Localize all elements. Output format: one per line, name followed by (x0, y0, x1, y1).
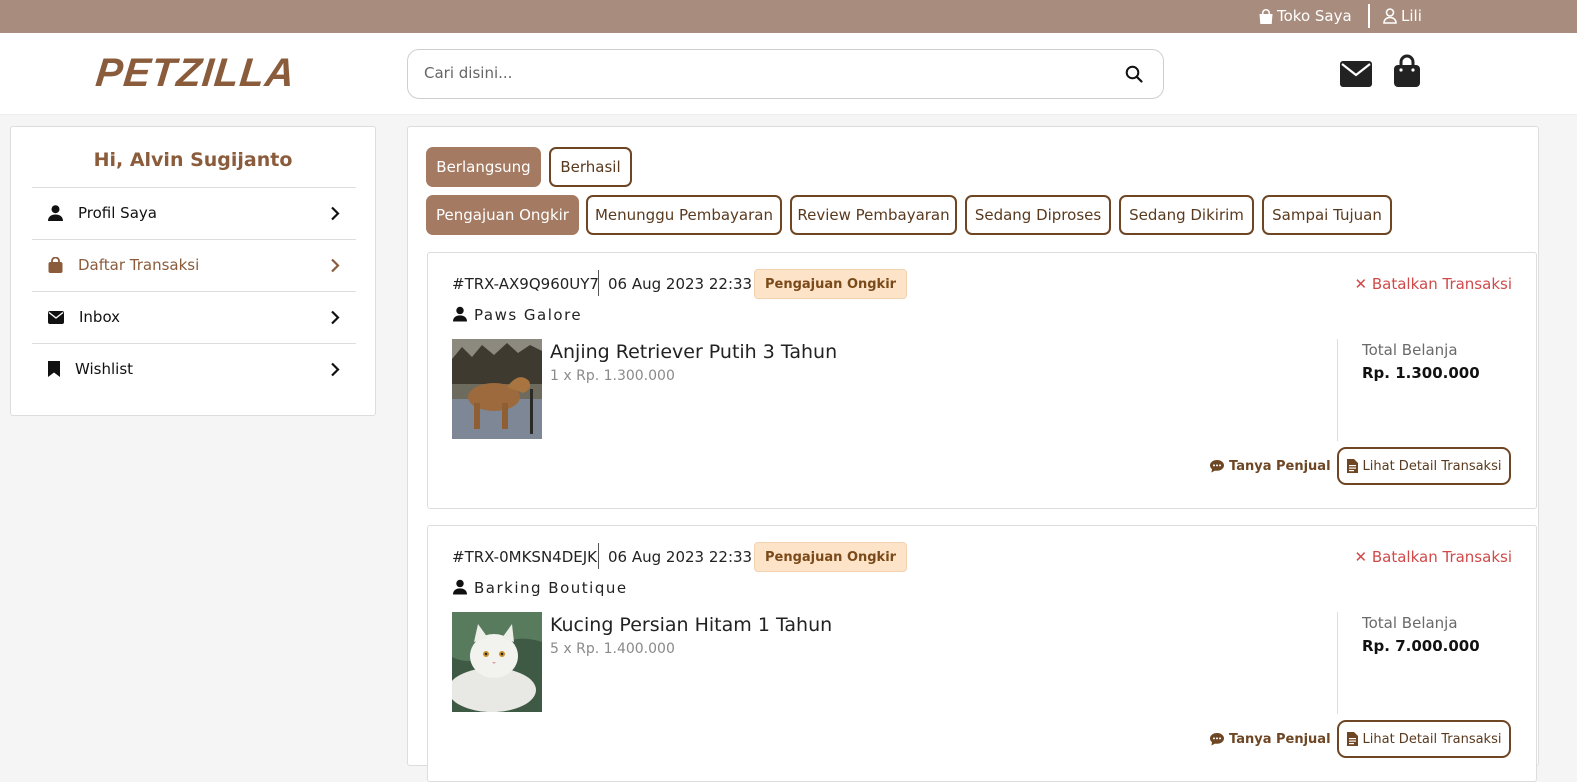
sidebar-item-transactions[interactable]: Daftar Transaksi (32, 239, 356, 291)
chevron-right-icon (331, 206, 340, 221)
product-image[interactable] (452, 339, 542, 439)
total-value: Rp. 1.300.000 (1362, 364, 1480, 382)
divider (1337, 339, 1338, 441)
divider (598, 270, 599, 296)
user-icon (453, 306, 467, 322)
tab-processing[interactable]: Sedang Diproses (965, 195, 1111, 235)
ask-seller-button[interactable]: Tanya Penjual (1210, 459, 1331, 474)
total-label: Total Belanja (1362, 614, 1458, 632)
close-icon: ✕ (1354, 275, 1372, 293)
status-badge: Pengajuan Ongkir (754, 542, 908, 572)
search-box (407, 49, 1164, 99)
divider (598, 543, 599, 569)
cancel-label: Batalkan Transaksi (1371, 275, 1512, 293)
product-name[interactable]: Kucing Persian Hitam 1 Tahun (550, 614, 832, 636)
view-transaction-detail-button[interactable]: Lihat Detail Transaksi (1337, 720, 1511, 758)
document-icon (1346, 459, 1358, 473)
sidebar-item-wishlist[interactable]: Wishlist (32, 343, 356, 395)
tab-payment-review[interactable]: Review Pembayaran (790, 195, 957, 235)
shopping-bag-icon (1259, 8, 1273, 24)
shopping-bag-icon (48, 257, 63, 273)
total-value: Rp. 7.000.000 (1362, 637, 1480, 655)
sidebar-item-label: Daftar Transaksi (78, 256, 200, 274)
envelope-icon (48, 311, 64, 324)
detail-label: Lihat Detail Transaksi (1362, 731, 1502, 747)
tab-awaiting-payment[interactable]: Menunggu Pembayaran (586, 195, 782, 235)
status-badge: Pengajuan Ongkir (754, 269, 908, 299)
detail-label: Lihat Detail Transaksi (1362, 458, 1502, 474)
my-store-label: Toko Saya (1277, 7, 1352, 25)
chat-icon (1210, 460, 1224, 473)
sidebar-item-profile[interactable]: Profil Saya (32, 187, 356, 239)
transaction-id: #TRX-0MKSN4DEJK (452, 548, 597, 566)
shopping-bag-icon[interactable] (1393, 54, 1421, 88)
total-label: Total Belanja (1362, 341, 1458, 359)
transaction-date: 06 Aug 2023 22:33 (608, 275, 753, 293)
user-icon (48, 205, 63, 221)
header: PETZILLA (0, 33, 1577, 115)
product-name[interactable]: Anjing Retriever Putih 3 Tahun (550, 341, 837, 363)
my-store-link[interactable]: Toko Saya (1259, 7, 1352, 25)
transaction-card: #TRX-0MKSN4DEJK 06 Aug 2023 22:33 Pengaj… (427, 525, 1537, 782)
product-quantity-price: 1 x Rp. 1.300.000 (550, 368, 675, 384)
chevron-right-icon (331, 310, 340, 325)
logo[interactable]: PETZILLA (94, 51, 298, 96)
search-icon[interactable] (1125, 65, 1143, 83)
shop-name: Barking Boutique (474, 579, 628, 597)
tab-shipping-request[interactable]: Pengajuan Ongkir (426, 195, 579, 235)
greeting: Hi, Alvin Sugijanto (93, 149, 293, 171)
user-icon (1383, 8, 1397, 24)
ask-seller-label: Tanya Penjual (1229, 459, 1331, 474)
document-icon (1346, 732, 1358, 746)
cancel-transaction-button[interactable]: ✕ Batalkan Transaksi (1355, 275, 1512, 293)
tab-shipping[interactable]: Sedang Dikirim (1119, 195, 1254, 235)
bookmark-icon (48, 361, 60, 377)
topbar-divider (1368, 4, 1370, 28)
search-input[interactable] (424, 64, 1104, 82)
transaction-card: #TRX-AX9Q960UY7 06 Aug 2023 22:33 Pengaj… (427, 252, 1537, 509)
cancel-transaction-button[interactable]: ✕ Batalkan Transaksi (1355, 548, 1512, 566)
tab-ongoing[interactable]: Berlangsung (426, 147, 541, 187)
product-quantity-price: 5 x Rp. 1.400.000 (550, 641, 675, 657)
user-icon (453, 579, 467, 595)
chat-icon (1210, 733, 1224, 746)
transaction-date: 06 Aug 2023 22:33 (608, 548, 753, 566)
view-transaction-detail-button[interactable]: Lihat Detail Transaksi (1337, 447, 1511, 485)
sidebar-item-inbox[interactable]: Inbox (32, 291, 356, 343)
product-image[interactable] (452, 612, 542, 712)
chevron-right-icon (331, 258, 340, 273)
account-sidebar: Hi, Alvin Sugijanto Profil Saya Daftar T… (10, 126, 376, 416)
cancel-label: Batalkan Transaksi (1371, 548, 1512, 566)
top-bar: Toko Saya Lili (0, 0, 1577, 33)
sidebar-item-label: Inbox (79, 308, 121, 326)
sidebar-item-label: Wishlist (75, 360, 134, 378)
sidebar-item-label: Profil Saya (78, 204, 157, 222)
close-icon: ✕ (1354, 548, 1372, 566)
envelope-icon[interactable] (1340, 61, 1372, 87)
shop-name: Paws Galore (474, 306, 583, 324)
transaction-panel: Berlangsung Berhasil Pengajuan Ongkir Me… (407, 126, 1539, 782)
tab-completed[interactable]: Berhasil (549, 147, 632, 187)
divider (1337, 612, 1338, 714)
transaction-id: #TRX-AX9Q960UY7 (452, 275, 599, 293)
chevron-right-icon (331, 362, 340, 377)
user-name: Lili (1401, 7, 1422, 25)
user-menu[interactable]: Lili (1383, 7, 1422, 25)
tab-delivered[interactable]: Sampai Tujuan (1262, 195, 1392, 235)
